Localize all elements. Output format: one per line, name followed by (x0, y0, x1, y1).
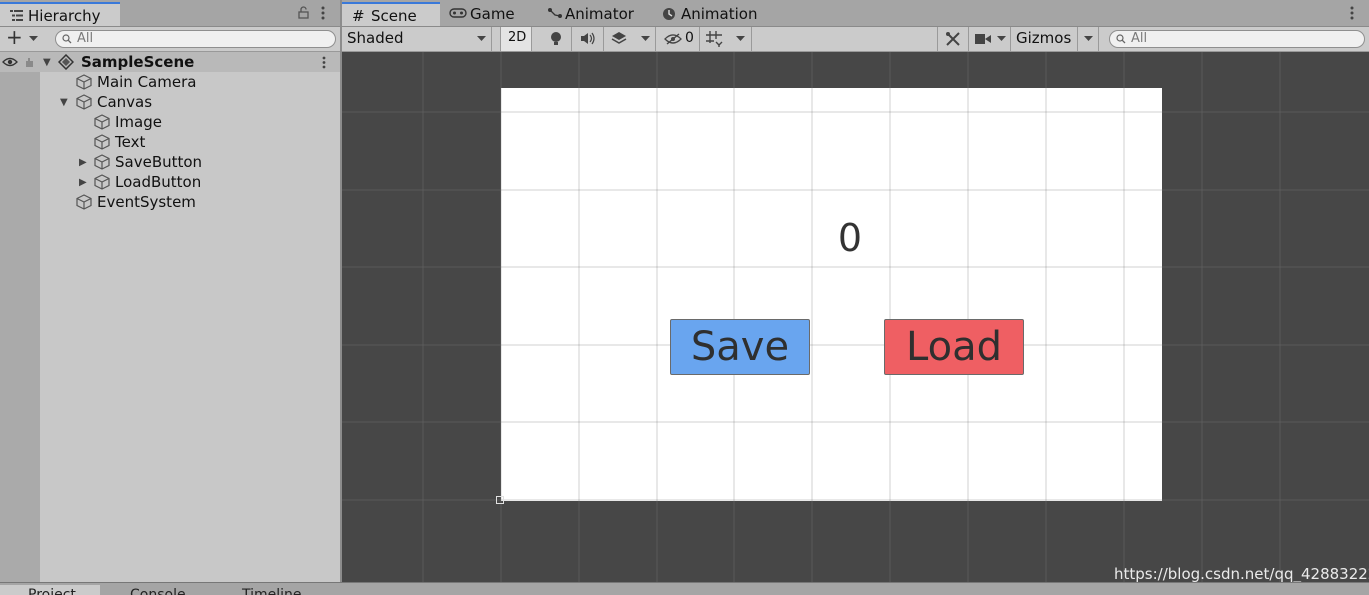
tree-row-label: Canvas (97, 93, 153, 111)
rect-anchor-handle[interactable] (496, 496, 504, 504)
grid-snapping-dropdown[interactable] (702, 27, 752, 51)
draw-mode-value: Shaded (347, 29, 404, 47)
scene-viewport[interactable]: 0 Save Load https://blog.csdn.net/qq_428… (342, 52, 1369, 582)
wrench-icon (946, 32, 960, 46)
tab-scene[interactable]: # Scene (342, 2, 440, 26)
tab-animation[interactable]: Animation (660, 2, 770, 26)
tree-row-label: Main Camera (97, 73, 197, 91)
tab-label: Game (470, 5, 515, 23)
gameobject-icon (76, 94, 92, 110)
add-button[interactable]: + (6, 25, 23, 49)
search-icon (1116, 34, 1126, 44)
lightbulb-icon (551, 32, 561, 45)
camera-settings-dropdown[interactable] (969, 27, 1011, 51)
tab-game[interactable]: Game (445, 2, 537, 26)
tree-row-label: EventSystem (97, 193, 196, 211)
tree-row-text[interactable]: Text (0, 132, 340, 152)
load-button[interactable]: Load (884, 319, 1024, 375)
hidden-objects-toggle[interactable]: 0 (660, 27, 700, 51)
tools-button[interactable] (937, 27, 969, 51)
tab-animator[interactable]: Animator (545, 2, 645, 26)
chevron-down-icon (736, 36, 745, 41)
tree-row-canvas[interactable]: ▼ Canvas (0, 92, 340, 112)
kebab-menu-icon[interactable] (321, 6, 325, 20)
tree-row-scene[interactable]: ▼ SampleScene (0, 52, 340, 72)
search-icon (62, 34, 72, 44)
tree-row-label: SaveButton (115, 153, 203, 171)
search-placeholder: All (77, 31, 94, 46)
save-button-label: Save (690, 324, 790, 370)
tree-row-savebutton[interactable]: ▶ SaveButton (0, 152, 340, 172)
watermark-text: https://blog.csdn.net/qq_42883222 (1114, 565, 1369, 582)
tree-row-image[interactable]: Image (0, 112, 340, 132)
tab-label: Animation (681, 5, 758, 23)
gameobject-icon (94, 154, 110, 170)
kebab-menu-icon[interactable] (1350, 6, 1354, 20)
list-icon (10, 10, 23, 21)
tab-hierarchy-label: Hierarchy (28, 7, 101, 25)
tree-row-label: Image (115, 113, 162, 131)
speaker-icon (581, 32, 595, 45)
hierarchy-toolbar: + All (0, 25, 340, 52)
chevron-down-icon (477, 36, 486, 41)
clock-icon (663, 8, 675, 20)
eye-hidden-icon (664, 33, 682, 45)
lighting-toggle[interactable] (542, 27, 572, 51)
save-button[interactable]: Save (670, 319, 810, 375)
fold-arrow-icon[interactable]: ▼ (43, 57, 51, 68)
chevron-down-icon (997, 36, 1006, 41)
bottom-panel-tabbar: Project Console Timeline (0, 582, 1369, 595)
chevron-down-icon (641, 36, 650, 41)
chevron-down-icon (1084, 36, 1093, 41)
search-placeholder: All (1131, 31, 1148, 46)
tab-hierarchy[interactable]: Hierarchy (0, 2, 120, 26)
gameobject-icon (76, 74, 92, 90)
count-text: 0 (837, 216, 863, 260)
gameobject-icon (94, 114, 110, 130)
scene-toolbar: Shaded 2D 0 Gizmos All (342, 27, 1369, 52)
chevron-down-icon[interactable] (29, 36, 38, 42)
hidden-count: 0 (685, 30, 694, 46)
dropdown-divider (1077, 27, 1078, 51)
tree-row-label: LoadButton (115, 173, 202, 191)
camera-icon (975, 34, 991, 44)
unity-scene-icon (58, 54, 74, 70)
fold-arrow-icon[interactable]: ▶ (79, 177, 87, 188)
gizmos-label: Gizmos (1016, 29, 1072, 47)
fold-arrow-icon[interactable]: ▶ (79, 157, 87, 168)
fold-arrow-icon[interactable]: ▼ (60, 97, 68, 108)
tab-label: Scene (371, 7, 417, 25)
gizmos-dropdown[interactable]: Gizmos (1011, 27, 1099, 51)
layers-icon (611, 32, 627, 44)
load-button-label: Load (906, 324, 1002, 370)
tree-row-eventsystem[interactable]: EventSystem (0, 192, 340, 212)
tree-row-label: Text (115, 133, 146, 151)
gameobject-icon (94, 134, 110, 150)
scene-tabbar: # Scene Game Animator Animation (342, 0, 1369, 27)
toggle-2d-label: 2D (508, 30, 527, 45)
tree-row-loadbutton[interactable]: ▶ LoadButton (0, 172, 340, 192)
tab-label: Animator (565, 5, 634, 23)
gameobject-icon (94, 174, 110, 190)
scene-name: SampleScene (81, 53, 195, 71)
gameobject-icon (76, 194, 92, 210)
eye-icon[interactable] (2, 57, 18, 67)
toggle-2d-button[interactable]: 2D (500, 27, 532, 51)
lock-icon[interactable] (298, 6, 309, 19)
hierarchy-search-input[interactable]: All (55, 30, 336, 48)
audio-toggle[interactable] (572, 27, 604, 51)
grid-snap-icon (706, 31, 723, 47)
hash-icon: # (352, 7, 365, 25)
draw-mode-dropdown[interactable]: Shaded (342, 27, 492, 51)
effects-dropdown[interactable] (604, 27, 656, 51)
animator-icon (548, 8, 562, 18)
scene-search-input[interactable]: All (1109, 30, 1365, 48)
pick-hand-icon[interactable] (23, 56, 35, 68)
tree-row-main-camera[interactable]: Main Camera (0, 72, 340, 92)
kebab-menu-icon[interactable] (322, 56, 326, 69)
gamepad-icon (449, 8, 467, 18)
hierarchy-tabbar: Hierarchy (0, 0, 340, 27)
